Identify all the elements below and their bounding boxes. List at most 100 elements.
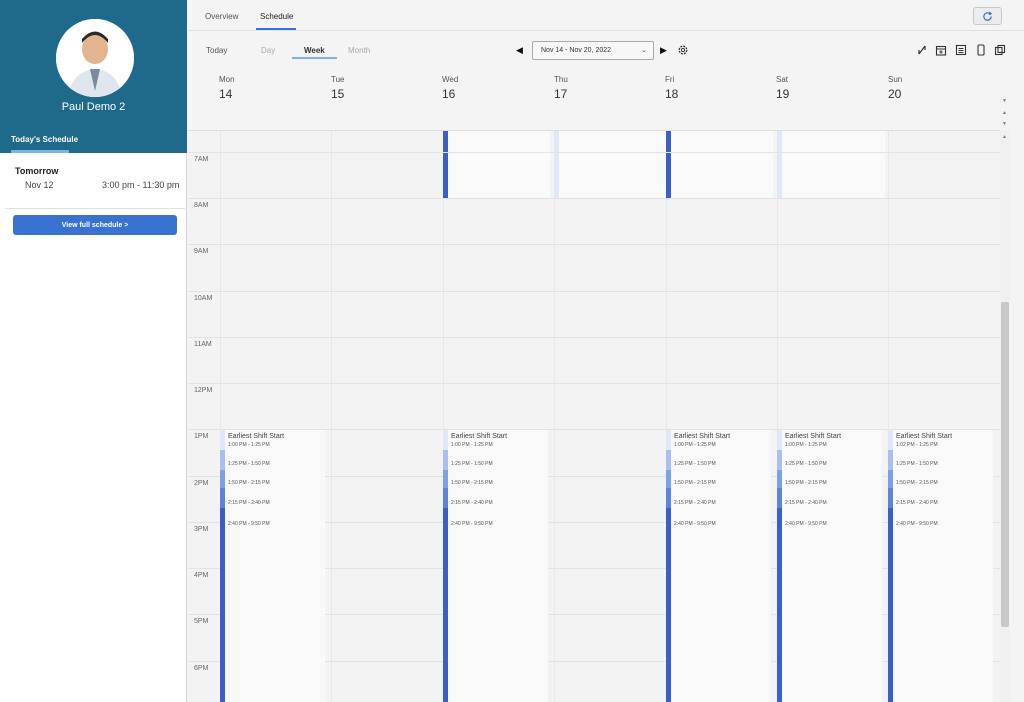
shift-segment bbox=[443, 470, 448, 488]
shift-time: 2:40 PM - 9:50 PM bbox=[896, 521, 938, 527]
shift-segment bbox=[888, 488, 893, 508]
tab-schedule[interactable]: Schedule bbox=[260, 12, 293, 21]
shift-segment bbox=[888, 430, 893, 450]
scroll-down-icon[interactable]: ▼ bbox=[1002, 121, 1007, 127]
shift-segment bbox=[777, 470, 782, 488]
day-divider bbox=[554, 131, 555, 702]
shift-title: Earliest Shift Start bbox=[896, 433, 953, 440]
shift-block-sat[interactable]: Earliest Shift Start 1:00 PM - 1:25 PM 1… bbox=[777, 430, 882, 702]
day-divider bbox=[331, 131, 332, 702]
shift-time: 1:50 PM - 2:15 PM bbox=[451, 480, 493, 486]
tab-todays-schedule[interactable]: Today's Schedule bbox=[11, 135, 78, 144]
tab-underline bbox=[11, 150, 69, 153]
hour-label: 5PM bbox=[194, 618, 209, 625]
view-day-button[interactable]: Day bbox=[261, 46, 275, 55]
scroll-down-icon[interactable]: ▼ bbox=[1002, 98, 1007, 104]
shift-block-wed[interactable]: Earliest Shift Start 1:00 PM - 1:25 PM 1… bbox=[443, 430, 548, 702]
scroll-up-icon[interactable]: ▲ bbox=[1002, 110, 1007, 116]
day-header-wed: Wed 16 bbox=[442, 75, 458, 101]
shift-time: 1:00 PM - 1:25 PM bbox=[451, 442, 493, 448]
user-name: Paul Demo 2 bbox=[61, 101, 126, 113]
left-panel: Paul Demo 2 Today's Schedule Tomorrow No… bbox=[0, 0, 187, 702]
shift-segment bbox=[443, 450, 448, 470]
shift-time: 1:50 PM - 2:15 PM bbox=[896, 480, 938, 486]
day-name: Thu bbox=[554, 75, 568, 84]
view-month-button[interactable]: Month bbox=[348, 46, 370, 55]
vertical-scrollbar[interactable] bbox=[1000, 130, 1010, 702]
copy-icon[interactable] bbox=[994, 44, 1006, 56]
shift-segment bbox=[777, 430, 782, 450]
shift-segment bbox=[443, 430, 448, 450]
refresh-button[interactable] bbox=[973, 7, 1002, 25]
day-number: 16 bbox=[442, 87, 456, 101]
shift-time: 1:25 PM - 1:50 PM bbox=[451, 461, 493, 467]
date-range-select[interactable]: Nov 14 - Nov 20, 2022 ⌄ bbox=[532, 41, 654, 60]
day-header-fri: Fri 18 bbox=[665, 75, 678, 101]
refresh-icon bbox=[983, 10, 993, 21]
hour-line bbox=[188, 152, 1000, 153]
day-number: 18 bbox=[665, 87, 679, 101]
view-week-button[interactable]: Week bbox=[304, 46, 325, 55]
shift-block[interactable] bbox=[554, 131, 666, 198]
shift-time: 2:40 PM - 9:50 PM bbox=[674, 521, 716, 527]
shift-block-sun[interactable]: Earliest Shift Start 1:02 PM - 1:25 PM 1… bbox=[888, 430, 993, 702]
calendar-add-icon[interactable] bbox=[935, 44, 947, 56]
shift-title: Earliest Shift Start bbox=[785, 433, 842, 440]
scroll-up-icon[interactable]: ▲ bbox=[1002, 134, 1007, 140]
shift-segment bbox=[220, 470, 225, 488]
shift-time: 1:25 PM - 1:50 PM bbox=[674, 461, 716, 467]
hour-label: 4PM bbox=[194, 572, 209, 579]
view-full-schedule-button[interactable]: View full schedule > bbox=[13, 215, 177, 235]
swap-icon[interactable] bbox=[916, 44, 928, 56]
shift-block[interactable] bbox=[666, 131, 773, 198]
day-header-sun: Sun 20 bbox=[888, 75, 902, 101]
shift-time: 1:25 PM - 1:50 PM bbox=[896, 461, 938, 467]
active-tab-underline bbox=[256, 28, 296, 30]
shift-time: 1:25 PM - 1:50 PM bbox=[228, 461, 270, 467]
shift-time: 2:15 PM - 2:40 PM bbox=[228, 500, 270, 506]
tomorrow-date: Nov 12 bbox=[25, 180, 54, 190]
next-week-icon[interactable]: ▶ bbox=[660, 45, 667, 56]
tab-overview[interactable]: Overview bbox=[205, 12, 238, 21]
hour-line bbox=[188, 383, 1000, 384]
scrollbar-thumb[interactable] bbox=[1001, 302, 1009, 627]
shift-time: 2:15 PM - 2:40 PM bbox=[785, 500, 827, 506]
day-name: Sun bbox=[888, 75, 903, 84]
shift-time: 1:00 PM - 1:25 PM bbox=[228, 442, 270, 448]
hour-label: 9AM bbox=[194, 248, 209, 255]
mobile-icon[interactable] bbox=[975, 44, 987, 56]
shift-segment bbox=[220, 488, 225, 508]
prev-week-icon[interactable]: ◀ bbox=[516, 45, 523, 56]
day-number: 15 bbox=[331, 87, 345, 101]
day-number: 14 bbox=[219, 87, 233, 101]
shift-time: 1:02 PM - 1:25 PM bbox=[896, 442, 938, 448]
day-header-sat: Sat 19 bbox=[776, 75, 789, 101]
shift-time: 2:15 PM - 2:40 PM bbox=[896, 500, 938, 506]
shift-time: 1:50 PM - 2:15 PM bbox=[228, 480, 270, 486]
shift-block-mon[interactable]: Earliest Shift Start 1:00 PM - 1:25 PM 1… bbox=[220, 430, 325, 702]
shift-time: 1:50 PM - 2:15 PM bbox=[674, 480, 716, 486]
shift-block[interactable] bbox=[777, 131, 885, 198]
day-name: Fri bbox=[665, 75, 675, 84]
settings-icon[interactable] bbox=[677, 44, 689, 56]
shift-time: 2:15 PM - 2:40 PM bbox=[674, 500, 716, 506]
top-tabs: Overview Schedule bbox=[188, 0, 1024, 31]
view-week-underline bbox=[292, 57, 337, 59]
shift-segment bbox=[888, 470, 893, 488]
shift-segment bbox=[220, 430, 225, 450]
shift-block-fri[interactable]: Earliest Shift Start 1:00 PM - 1:25 PM 1… bbox=[666, 430, 771, 702]
today-button[interactable]: Today bbox=[206, 46, 227, 55]
hour-label: 7AM bbox=[194, 156, 209, 163]
hour-label: 1PM bbox=[194, 433, 209, 440]
hour-label: 10AM bbox=[194, 295, 213, 302]
shift-block[interactable] bbox=[443, 131, 550, 198]
shift-time: 1:25 PM - 1:50 PM bbox=[785, 461, 827, 467]
day-name: Mon bbox=[219, 75, 235, 84]
shift-title: Earliest Shift Start bbox=[228, 433, 285, 440]
shift-time: 2:40 PM - 9:50 PM bbox=[228, 521, 270, 527]
shift-segment bbox=[666, 450, 671, 470]
list-icon[interactable] bbox=[955, 44, 967, 56]
shift-time: 2:15 PM - 2:40 PM bbox=[451, 500, 493, 506]
avatar bbox=[56, 19, 134, 97]
shift-time: 2:40 PM - 9:50 PM bbox=[451, 521, 493, 527]
